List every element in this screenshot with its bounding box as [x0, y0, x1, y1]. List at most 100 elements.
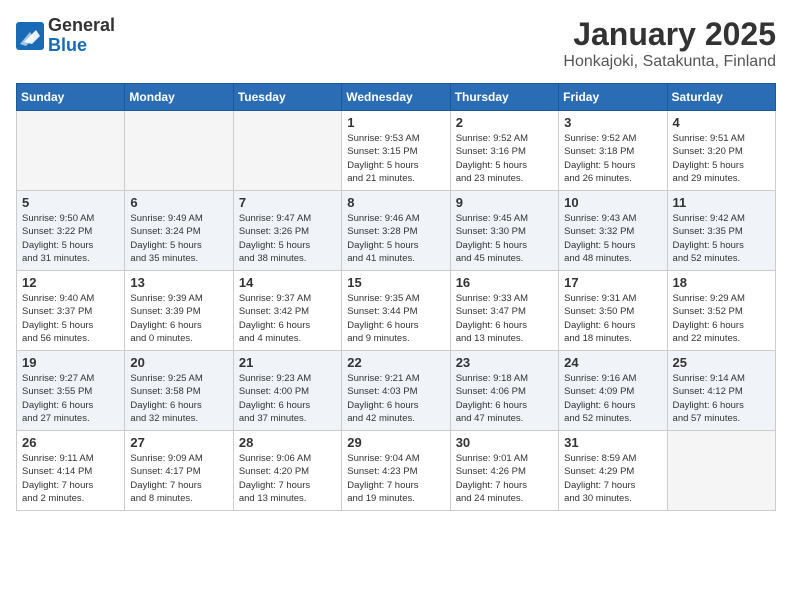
day-header-wednesday: Wednesday [342, 84, 450, 111]
day-number: 21 [239, 355, 336, 370]
day-header-monday: Monday [125, 84, 233, 111]
day-header-sunday: Sunday [17, 84, 125, 111]
calendar-title: January 2025 [563, 16, 776, 53]
calendar-day-cell: 21 Sunrise: 9:23 AM Sunset: 4:00 PM Dayli… [233, 351, 341, 431]
calendar-day-cell: 6Sunrise: 9:49 AM Sunset: 3:24 PM Daylig… [125, 191, 233, 271]
calendar-day-cell: 10 Sunrise: 9:43 AM Sunset: 3:32 PM Dayli… [559, 191, 667, 271]
calendar-day-cell [667, 431, 775, 511]
day-info: Sunrise: 9:29 AM Sunset: 3:52 PM Dayligh… [673, 292, 770, 345]
calendar-day-cell: 19 Sunrise: 9:27 AM Sunset: 3:55 PM Dayli… [17, 351, 125, 431]
logo-icon [16, 22, 44, 50]
calendar-day-cell: 28Sunrise: 9:06 AM Sunset: 4:20 PM Dayli… [233, 431, 341, 511]
day-info: Sunrise: 9:04 AM Sunset: 4:23 PM Dayligh… [347, 452, 444, 505]
day-number: 5 [22, 195, 119, 210]
calendar-day-cell: 17 Sunrise: 9:31 AM Sunset: 3:50 PM Dayli… [559, 271, 667, 351]
calendar-day-cell: 8 Sunrise: 9:46 AM Sunset: 3:28 PM Daylig… [342, 191, 450, 271]
calendar-day-cell: 24Sunrise: 9:16 AM Sunset: 4:09 PM Dayli… [559, 351, 667, 431]
calendar-day-cell: 4Sunrise: 9:51 AM Sunset: 3:20 PM Daylig… [667, 111, 775, 191]
day-number: 25 [673, 355, 770, 370]
day-number: 23 [456, 355, 553, 370]
calendar-day-cell: 26 Sunrise: 9:11 AM Sunset: 4:14 PM Dayli… [17, 431, 125, 511]
day-number: 17 [564, 275, 661, 290]
day-info: Sunrise: 9:01 AM Sunset: 4:26 PM Dayligh… [456, 452, 553, 505]
day-number: 8 [347, 195, 444, 210]
day-info: Sunrise: 9:21 AM Sunset: 4:03 PM Dayligh… [347, 372, 444, 425]
day-info: Sunrise: 9:18 AM Sunset: 4:06 PM Dayligh… [456, 372, 553, 425]
day-header-friday: Friday [559, 84, 667, 111]
day-header-tuesday: Tuesday [233, 84, 341, 111]
day-info: Sunrise: 9:52 AM Sunset: 3:18 PM Dayligh… [564, 132, 661, 185]
day-info: Sunrise: 9:27 AM Sunset: 3:55 PM Dayligh… [22, 372, 119, 425]
day-info: Sunrise: 9:43 AM Sunset: 3:32 PM Dayligh… [564, 212, 661, 265]
day-number: 9 [456, 195, 553, 210]
day-number: 20 [130, 355, 227, 370]
day-info: Sunrise: 9:50 AM Sunset: 3:22 PM Dayligh… [22, 212, 119, 265]
calendar-day-cell: 29 Sunrise: 9:04 AM Sunset: 4:23 PM Dayli… [342, 431, 450, 511]
day-info: Sunrise: 9:39 AM Sunset: 3:39 PM Dayligh… [130, 292, 227, 345]
day-info: Sunrise: 9:31 AM Sunset: 3:50 PM Dayligh… [564, 292, 661, 345]
calendar-day-cell: 2 Sunrise: 9:52 AM Sunset: 3:16 PM Daylig… [450, 111, 558, 191]
day-number: 30 [456, 435, 553, 450]
calendar-day-cell: 7 Sunrise: 9:47 AM Sunset: 3:26 PM Daylig… [233, 191, 341, 271]
calendar-day-cell [125, 111, 233, 191]
day-info: Sunrise: 9:53 AM Sunset: 3:15 PM Dayligh… [347, 132, 444, 185]
calendar-day-cell: 25 Sunrise: 9:14 AM Sunset: 4:12 PM Dayli… [667, 351, 775, 431]
calendar-header-row: SundayMondayTuesdayWednesdayThursdayFrid… [17, 84, 776, 111]
calendar-day-cell: 20 Sunrise: 9:25 AM Sunset: 3:58 PM Dayli… [125, 351, 233, 431]
calendar-day-cell: 13 Sunrise: 9:39 AM Sunset: 3:39 PM Dayli… [125, 271, 233, 351]
calendar-day-cell: 1Sunrise: 9:53 AM Sunset: 3:15 PM Daylig… [342, 111, 450, 191]
day-number: 29 [347, 435, 444, 450]
logo: General Blue [16, 16, 115, 56]
day-info: Sunrise: 9:51 AM Sunset: 3:20 PM Dayligh… [673, 132, 770, 185]
day-number: 31 [564, 435, 661, 450]
calendar-day-cell: 9Sunrise: 9:45 AM Sunset: 3:30 PM Daylig… [450, 191, 558, 271]
calendar-day-cell: 23 Sunrise: 9:18 AM Sunset: 4:06 PM Dayli… [450, 351, 558, 431]
day-number: 16 [456, 275, 553, 290]
calendar-day-cell: 14Sunrise: 9:37 AM Sunset: 3:42 PM Dayli… [233, 271, 341, 351]
calendar-week-row: 1Sunrise: 9:53 AM Sunset: 3:15 PM Daylig… [17, 111, 776, 191]
day-number: 15 [347, 275, 444, 290]
day-number: 2 [456, 115, 553, 130]
day-header-saturday: Saturday [667, 84, 775, 111]
day-number: 19 [22, 355, 119, 370]
calendar-day-cell: 16Sunrise: 9:33 AM Sunset: 3:47 PM Dayli… [450, 271, 558, 351]
day-info: Sunrise: 9:47 AM Sunset: 3:26 PM Dayligh… [239, 212, 336, 265]
calendar-week-row: 26 Sunrise: 9:11 AM Sunset: 4:14 PM Dayli… [17, 431, 776, 511]
day-number: 13 [130, 275, 227, 290]
day-info: Sunrise: 9:23 AM Sunset: 4:00 PM Dayligh… [239, 372, 336, 425]
day-info: Sunrise: 8:59 AM Sunset: 4:29 PM Dayligh… [564, 452, 661, 505]
day-info: Sunrise: 9:46 AM Sunset: 3:28 PM Dayligh… [347, 212, 444, 265]
day-info: Sunrise: 9:25 AM Sunset: 3:58 PM Dayligh… [130, 372, 227, 425]
calendar-day-cell [17, 111, 125, 191]
logo-general: General [48, 16, 115, 36]
day-number: 14 [239, 275, 336, 290]
day-number: 11 [673, 195, 770, 210]
calendar-day-cell: 5 Sunrise: 9:50 AM Sunset: 3:22 PM Daylig… [17, 191, 125, 271]
day-number: 22 [347, 355, 444, 370]
calendar-day-cell [233, 111, 341, 191]
day-number: 26 [22, 435, 119, 450]
day-info: Sunrise: 9:49 AM Sunset: 3:24 PM Dayligh… [130, 212, 227, 265]
day-info: Sunrise: 9:52 AM Sunset: 3:16 PM Dayligh… [456, 132, 553, 185]
calendar-week-row: 19 Sunrise: 9:27 AM Sunset: 3:55 PM Dayli… [17, 351, 776, 431]
calendar-day-cell: 22 Sunrise: 9:21 AM Sunset: 4:03 PM Dayli… [342, 351, 450, 431]
calendar-day-cell: 12Sunrise: 9:40 AM Sunset: 3:37 PM Dayli… [17, 271, 125, 351]
calendar-table: SundayMondayTuesdayWednesdayThursdayFrid… [16, 83, 776, 511]
day-number: 18 [673, 275, 770, 290]
calendar-day-cell: 30 Sunrise: 9:01 AM Sunset: 4:26 PM Dayli… [450, 431, 558, 511]
day-number: 12 [22, 275, 119, 290]
page-header: General Blue January 2025 Honkajoki, Sat… [16, 16, 776, 71]
calendar-day-cell: 15Sunrise: 9:35 AM Sunset: 3:44 PM Dayli… [342, 271, 450, 351]
day-number: 10 [564, 195, 661, 210]
calendar-week-row: 5 Sunrise: 9:50 AM Sunset: 3:22 PM Daylig… [17, 191, 776, 271]
calendar-day-cell: 3Sunrise: 9:52 AM Sunset: 3:18 PM Daylig… [559, 111, 667, 191]
day-number: 7 [239, 195, 336, 210]
day-info: Sunrise: 9:09 AM Sunset: 4:17 PM Dayligh… [130, 452, 227, 505]
calendar-week-row: 12Sunrise: 9:40 AM Sunset: 3:37 PM Dayli… [17, 271, 776, 351]
day-info: Sunrise: 9:14 AM Sunset: 4:12 PM Dayligh… [673, 372, 770, 425]
logo-text: General Blue [48, 16, 115, 56]
title-section: January 2025 Honkajoki, Satakunta, Finla… [563, 16, 776, 71]
logo-blue: Blue [48, 36, 115, 56]
calendar-day-cell: 27Sunrise: 9:09 AM Sunset: 4:17 PM Dayli… [125, 431, 233, 511]
day-info: Sunrise: 9:11 AM Sunset: 4:14 PM Dayligh… [22, 452, 119, 505]
